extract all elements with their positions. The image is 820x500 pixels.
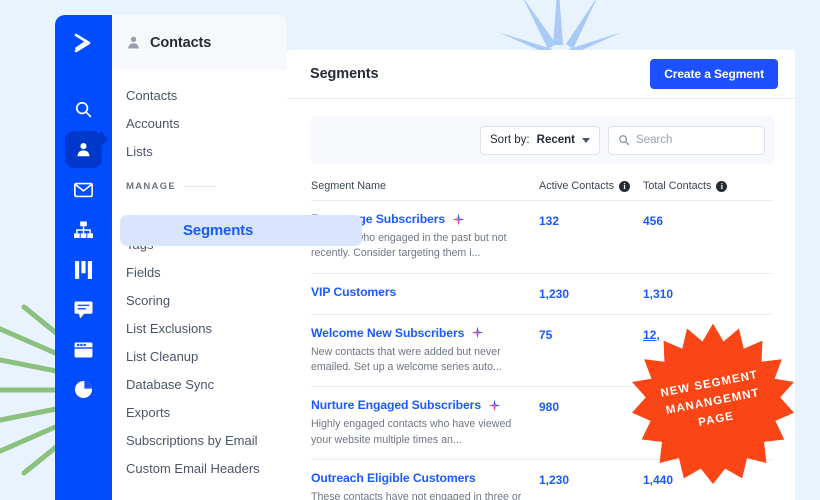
cell-active-contacts: 1,230 (539, 471, 643, 489)
sort-by-prefix: Sort by: (490, 134, 530, 146)
cell-total-contacts: 456 (643, 212, 743, 230)
cell-segment-name: Welcome New Subscribers New contacts tha… (311, 326, 539, 376)
total-contacts-value[interactable]: 1,310 (643, 286, 673, 301)
segment-name-link[interactable]: Outreach Eligible Customers (311, 471, 476, 485)
nav-item-segments[interactable]: Segments (120, 215, 362, 246)
ai-sparkle-icon (471, 326, 484, 339)
active-contacts-value[interactable]: 980 (539, 399, 559, 414)
active-contacts-value[interactable]: 132 (539, 213, 559, 228)
nav-item-accounts[interactable]: Accounts (55, 109, 230, 137)
nav-item-exports[interactable]: Exports (55, 398, 230, 426)
table-row[interactable]: Re-engage Subscribers Contacts who engag… (311, 201, 771, 274)
nav-section-divider (184, 185, 216, 187)
segments-header: Segments Create a Segment (287, 50, 795, 99)
nav-item-scoring[interactable]: Scoring (55, 286, 230, 314)
nav-item-label: Subscriptions by Email (126, 432, 258, 448)
column-label: Active Contacts (539, 180, 615, 192)
segment-description: New contacts that were added but never e… (311, 345, 502, 374)
nav-item-list-exclusions[interactable]: List Exclusions (55, 314, 230, 342)
nav-item-subscriptions-by-email[interactable]: Subscriptions by Email (55, 426, 258, 454)
table-row[interactable]: VIP Customers 1,230 1,310 (311, 274, 771, 315)
nav-item-custom-email-headers[interactable]: Custom Email Headers (55, 454, 260, 482)
nav-item-list-cleanup[interactable]: List Cleanup (55, 342, 230, 370)
nav-item-contacts[interactable]: Contacts (55, 81, 230, 109)
segments-toolbar: Sort by: Recent (311, 116, 775, 164)
promo-badge-text: NEW SEGMENT MANANGEMNT PAGE (618, 308, 808, 498)
nav-panel-header: Contacts (112, 15, 287, 70)
segment-description: These contacts have not engaged in three… (311, 491, 522, 500)
nav-item-list: Contacts Accounts Lists MANAGE Tags F (112, 70, 287, 482)
column-label: Total Contacts (643, 180, 712, 192)
cell-active-contacts: 132 (539, 212, 643, 230)
column-header-total-contacts[interactable]: Total Contacts i (643, 180, 743, 192)
nav-item-label: Lists (126, 143, 153, 159)
search-box[interactable] (608, 125, 765, 155)
promo-starburst-badge: NEW SEGMENT MANANGEMNT PAGE (632, 322, 794, 484)
nav-item-label: Accounts (126, 115, 180, 131)
activecampaign-logo[interactable] (55, 15, 112, 70)
nav-item-label: Contacts (126, 87, 178, 103)
info-icon[interactable]: i (619, 180, 631, 192)
logo-chevron-icon (74, 33, 90, 52)
person-icon (128, 36, 139, 49)
nav-item-label: Custom Email Headers (126, 460, 260, 476)
segment-name-link[interactable]: Welcome New Subscribers (311, 326, 464, 340)
nav-item-label: List Exclusions (126, 320, 212, 336)
table-header-row: Segment Name Active Contacts i Total Con… (311, 180, 771, 201)
ai-sparkle-icon (452, 212, 465, 226)
cell-segment-name: VIP Customers (311, 285, 539, 299)
nav-item-database-sync[interactable]: Database Sync (55, 370, 230, 398)
column-header-active-contacts[interactable]: Active Contacts i (539, 180, 643, 192)
nav-item-label: Segments (183, 222, 254, 239)
active-contacts-value[interactable]: 1,230 (539, 472, 569, 487)
ai-sparkle-icon (488, 399, 501, 412)
contacts-nav-panel: Contacts Contacts Accounts Lists MANAGE (112, 15, 287, 500)
search-input[interactable] (636, 134, 754, 146)
cell-active-contacts: 980 (539, 398, 643, 416)
nav-item-lists[interactable]: Lists (55, 137, 230, 165)
total-contacts-value[interactable]: 456 (643, 213, 663, 228)
nav-item-label: Exports (126, 404, 171, 420)
cell-segment-name: Outreach Eligible Customers These contac… (311, 471, 539, 500)
cell-total-contacts: 1,310 (643, 285, 743, 303)
nav-item-fields[interactable]: Fields (55, 258, 230, 286)
nav-section-label: MANAGE (126, 180, 177, 192)
screenshot-root: Contacts Contacts Accounts Lists MANAGE (0, 0, 820, 500)
cell-active-contacts: 1,230 (539, 285, 643, 303)
column-label: Segment Name (311, 180, 387, 192)
cell-segment-name: Nurture Engaged Subscribers Highly engag… (311, 398, 539, 448)
nav-item-label: Database Sync (126, 376, 215, 392)
search-icon (619, 135, 630, 146)
active-contacts-value[interactable]: 75 (539, 327, 552, 342)
segment-name-link[interactable]: VIP Customers (311, 285, 396, 299)
sort-by-dropdown[interactable]: Sort by: Recent (480, 125, 600, 155)
page-title: Segments (310, 66, 379, 82)
segment-description: Highly engaged contacts who have viewed … (311, 418, 512, 446)
nav-panel-title: Contacts (150, 34, 212, 51)
nav-item-label: Fields (126, 264, 161, 280)
nav-item-label: Scoring (126, 292, 171, 308)
create-segment-button[interactable]: Create a Segment (650, 59, 778, 89)
nav-item-label: List Cleanup (126, 348, 199, 364)
column-header-segment-name[interactable]: Segment Name (311, 180, 539, 192)
nav-section-manage: MANAGE (55, 173, 230, 199)
segment-name-link[interactable]: Nurture Engaged Subscribers (311, 398, 481, 412)
chevron-down-icon (582, 137, 590, 143)
active-contacts-value[interactable]: 1,230 (539, 286, 569, 301)
sort-by-value: Recent (536, 134, 575, 146)
info-icon[interactable]: i (716, 180, 728, 192)
